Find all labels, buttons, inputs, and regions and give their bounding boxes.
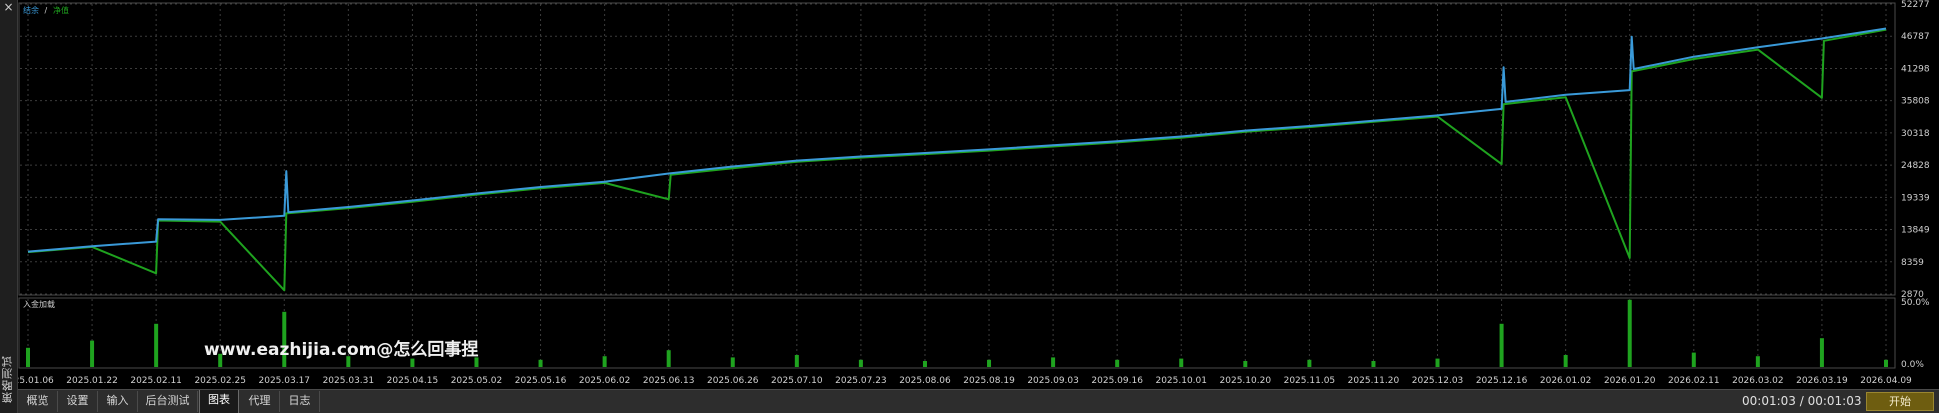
x-tick-label: 2025.03.31 [323,376,375,386]
sub-spike-bar [1819,338,1824,367]
x-tick-label: 2025.12.16 [1476,376,1528,386]
sub-spike-bar [987,359,992,367]
panel-title: 策略测试 [1,355,14,403]
x-tick-label: 2025.05.02 [451,376,503,386]
y-tick-label: 19339 [1901,193,1930,203]
y-tick-label: 35808 [1901,97,1930,107]
x-tick-label: 2026.03.02 [1732,376,1784,386]
y-tick-label: 30318 [1901,129,1930,139]
subchart-label: 入金加载 [23,299,55,309]
y-tick-label: 24828 [1901,161,1930,171]
tab-backtest[interactable]: 后台测试 [138,391,198,412]
sub-spike-bar [858,359,863,367]
sub-spike-bar [730,357,735,367]
sub-spike-bar [90,340,95,367]
main-plot-frame [18,2,1896,296]
x-tick-label: 2025.07.10 [771,376,823,386]
sub-spike-bar [1371,361,1376,367]
x-tick-label: 2026.03.19 [1796,376,1848,386]
x-tick-label: 2025.02.11 [130,376,182,386]
sub-spike-bar [154,323,159,367]
x-tick-label: 2025.01.22 [66,376,118,386]
sub-spike-bar [1884,359,1888,367]
x-tick-label: 2025.05.16 [515,376,567,386]
elapsed-timer: 00:01:03 / 00:01:03 [1742,394,1862,408]
sub-spike-bar [1563,355,1568,367]
x-tick-label: 2026.01.02 [1540,376,1592,386]
x-tick-label: 2025.08.06 [899,376,951,386]
close-icon[interactable]: × [2,1,15,14]
x-tick-label: 2025.04.15 [387,376,439,386]
sub-spike-bar [538,359,543,367]
sub-spike-bar [1499,323,1504,367]
legend-balance: 结余 [23,5,39,15]
sub-spike-bar [1115,359,1120,367]
tab-inputs[interactable]: 输入 [98,391,138,412]
x-tick-label: 2025.11.05 [1284,376,1336,386]
sub-spike-bar [794,355,799,367]
x-tick-label: 2025.07.23 [835,376,887,386]
x-tick-label: 2026.02.11 [1668,376,1720,386]
tab-overview[interactable]: 概览 [18,391,58,412]
x-tick-label: 2026.01.20 [1604,376,1656,386]
legend-equity: 净值 [53,5,69,15]
x-tick-label: 2025.06.02 [579,376,631,386]
tester-tabbar: 概览 设置 输入 后台测试 图表 代理 日志 00:01:03 / 00:01:… [18,389,1939,413]
tab-agents[interactable]: 代理 [240,391,280,412]
x-tick-label: 2025.01.06 [18,376,54,386]
x-tick-label: 2025.03.17 [259,376,311,386]
x-tick-label: 2025.06.26 [707,376,759,386]
x-tick-label: 2025.10.01 [1155,376,1207,386]
tab-settings[interactable]: 设置 [58,391,98,412]
tab-graph[interactable]: 图表 [199,390,239,413]
x-tick-label: 2025.06.13 [643,376,695,386]
y-tick-label: 52277 [1901,0,1930,10]
y-tick-label: 13849 [1901,226,1930,236]
x-tick-label: 2025.02.25 [194,376,246,386]
chart-svg: 2025.01.06 2025.01.22 2025.02.11 2025.02.25… [2,0,1930,386]
x-tick-label: 2025.08.19 [963,376,1015,386]
y-tick-label: 46787 [1901,32,1930,42]
sub-spike-bar [666,350,671,367]
sub-spike-bar [922,361,927,367]
legend-separator: / [42,6,50,15]
sub-spike-bar [1627,299,1632,367]
tester-side-panel: × 策略测试 [0,0,18,413]
sub-y-tick-label: 0.0% [1901,360,1924,370]
sub-spike-bar [1051,357,1056,367]
sub-spike-bar [602,356,607,367]
x-tick-label: 2025.12.03 [1412,376,1464,386]
tab-journal[interactable]: 日志 [280,391,320,412]
x-tick-label: 2025.09.16 [1091,376,1143,386]
sub-spike-bar [1435,358,1440,367]
sub-spike-bar [1179,358,1184,367]
sub-y-tick-label: 50.0% [1901,298,1930,308]
sub-spike-bar [1691,352,1696,367]
sub-spike-bar [1243,361,1248,367]
chart-area[interactable]: 2025.01.06 2025.01.22 2025.02.11 2025.02.25… [2,0,1939,389]
x-tick-label: 2026.04.09 [1860,376,1912,386]
y-tick-label: 8359 [1901,258,1924,268]
sub-spike-bar [1307,359,1312,367]
x-tick-label: 2025.11.20 [1348,376,1400,386]
watermark-text: www.eazhijia.com@怎么回事捏 [204,339,478,360]
y-tick-label: 41298 [1901,64,1930,74]
x-tick-label: 2025.10.20 [1220,376,1272,386]
start-button[interactable]: 开始 [1866,392,1934,411]
x-tick-label: 2025.09.03 [1027,376,1079,386]
sub-spike-bar [26,347,30,367]
sub-spike-bar [1755,356,1760,367]
